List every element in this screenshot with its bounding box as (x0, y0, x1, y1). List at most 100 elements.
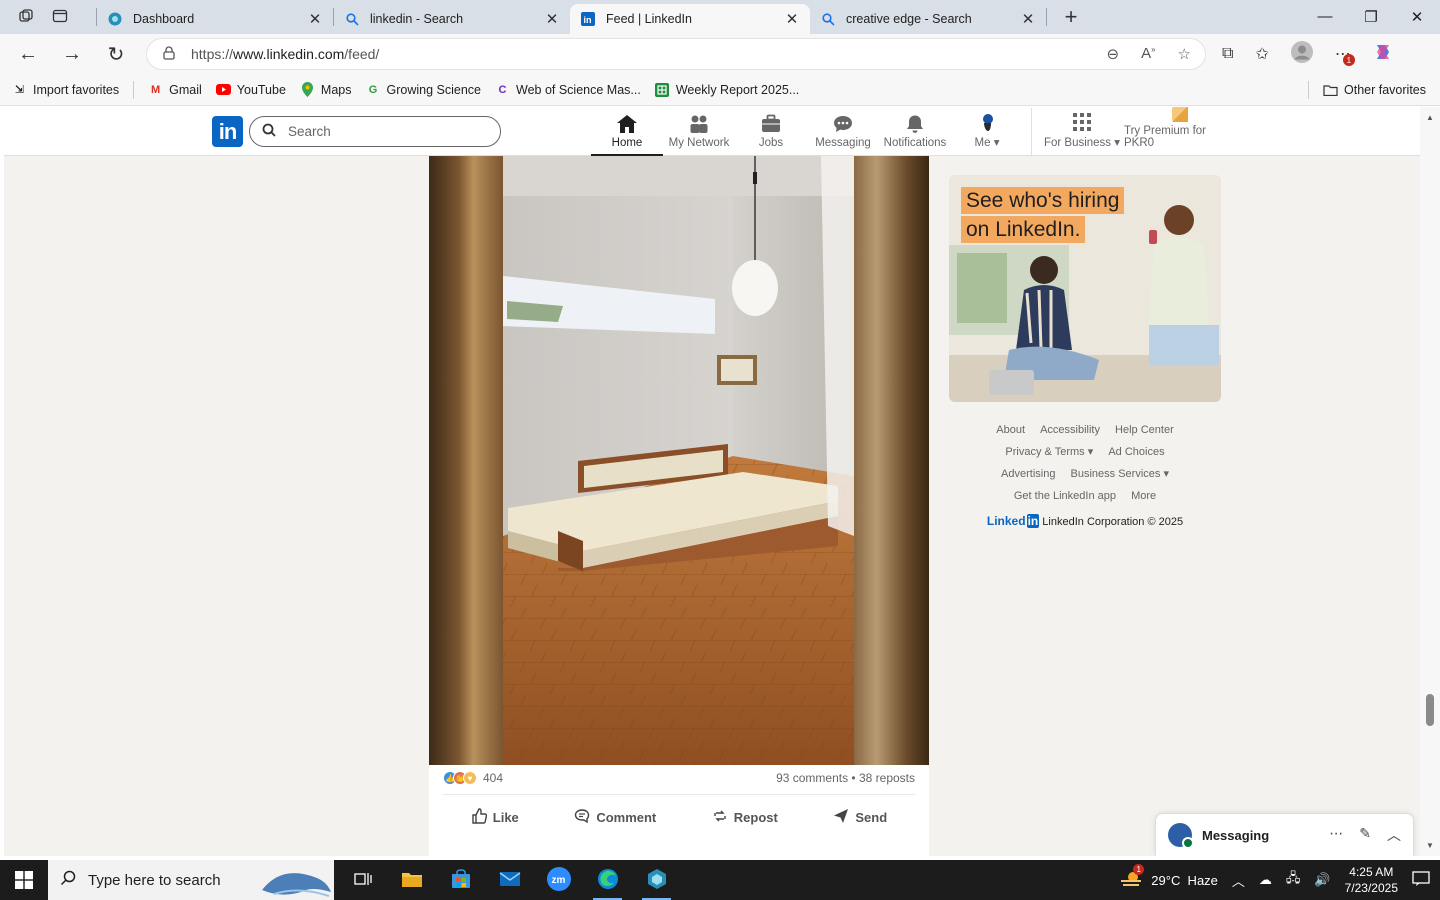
zoom-app-button[interactable]: zm (534, 860, 583, 900)
tab-dashboard[interactable]: Dashboard ✕ (97, 4, 333, 34)
fav-label: YouTube (236, 82, 286, 97)
nav-jobs[interactable]: Jobs (735, 107, 807, 156)
send-button[interactable]: Send (833, 808, 887, 827)
like-button[interactable]: Like (471, 807, 519, 827)
messaging-widget[interactable]: Messaging ⋯ ✎ ︿ (1155, 813, 1414, 856)
forward-icon[interactable]: → (50, 43, 94, 66)
nav-messaging[interactable]: Messaging (807, 107, 879, 156)
tab-creative-edge-search[interactable]: creative edge - Search ✕ (810, 4, 1046, 34)
tab-title: creative edge - Search (846, 12, 972, 26)
reaction-count[interactable]: 404 (483, 771, 503, 785)
mail-button[interactable] (485, 860, 534, 900)
dashboard-app-button[interactable] (632, 860, 681, 900)
network-icon[interactable]: 🖧 (1286, 869, 1301, 891)
footer-row: Privacy & Terms ▾ Ad Choices (949, 441, 1221, 463)
post-video[interactable] (429, 156, 929, 765)
fav-import-favorites[interactable]: ⇲ Import favorites (12, 82, 119, 97)
fav-gmail[interactable]: M Gmail (148, 82, 202, 97)
network-icon (688, 113, 710, 135)
footer-link-business-services[interactable]: Business Services ▾ (1071, 468, 1169, 480)
reactions-summary[interactable]: 👍 👏 ♥ (443, 771, 477, 785)
system-tray: 1 29°C Haze ︿ ☁ 🖧 🔊 4:25 AM 7/23/2025 (1119, 863, 1440, 896)
close-window-icon[interactable]: ✕ (1394, 8, 1440, 26)
footer-link-about[interactable]: About (996, 424, 1025, 436)
comment-button[interactable]: Comment (574, 808, 656, 827)
fav-weekly-report[interactable]: Weekly Report 2025... (655, 82, 799, 97)
chevron-up-icon[interactable]: ︿ (1387, 825, 1401, 845)
refresh-icon[interactable]: ↻ (94, 42, 138, 67)
extensions-icon[interactable]: ⧉ (1222, 45, 1233, 63)
ad-headline-line2: on LinkedIn. (961, 216, 1086, 243)
fav-label: Maps (320, 82, 352, 97)
footer-link-get-app[interactable]: Get the LinkedIn app (1014, 490, 1116, 502)
close-tab-icon[interactable]: ✕ (1020, 10, 1036, 28)
weather-widget[interactable]: 1 29°C Haze (1119, 863, 1218, 891)
taskbar-search-input[interactable]: Type here to search (48, 860, 334, 900)
footer-link-ad-choices[interactable]: Ad Choices (1108, 446, 1164, 458)
footer-link-advertising[interactable]: Advertising (1001, 468, 1055, 480)
chevron-up-icon[interactable]: ︿ (1232, 871, 1245, 890)
settings-more-icon[interactable]: ⋯ 1 (1335, 44, 1355, 66)
nav-home[interactable]: Home (591, 107, 663, 156)
linkedin-search-input[interactable]: Search (249, 116, 501, 147)
more-options-icon[interactable]: ⋯ (1329, 825, 1343, 845)
restore-icon[interactable]: ❐ (1348, 8, 1394, 26)
page-scrollbar[interactable]: ▲ ▼ (1420, 107, 1440, 856)
gmail-icon: M (151, 83, 161, 96)
footer-link-help-center[interactable]: Help Center (1115, 424, 1174, 436)
scroll-down-icon[interactable]: ▼ (1426, 841, 1434, 850)
nav-me[interactable]: Me ▾ (951, 107, 1023, 156)
file-explorer-button[interactable] (387, 860, 436, 900)
fav-growing-science[interactable]: G Growing Science (366, 82, 481, 97)
onedrive-icon[interactable]: ☁ (1259, 872, 1272, 888)
repost-button[interactable]: Repost (712, 808, 778, 827)
minimize-icon[interactable]: — (1302, 8, 1348, 26)
lock-icon[interactable] (147, 45, 191, 63)
nav-my-network[interactable]: My Network (663, 107, 735, 156)
new-tab-button[interactable]: + (1051, 4, 1091, 30)
close-tab-icon[interactable]: ✕ (307, 10, 323, 28)
scroll-thumb[interactable] (1426, 694, 1434, 726)
nav-try-premium[interactable]: Try Premium for PKR0 (1124, 107, 1236, 156)
fav-maps[interactable]: Maps (300, 82, 352, 97)
volume-icon[interactable]: 🔊 (1314, 872, 1330, 888)
fav-web-of-science[interactable]: C Web of Science Mas... (495, 82, 641, 97)
footer-row: Advertising Business Services ▾ (949, 463, 1221, 485)
linkedin-nav: Home My Network Jobs Messaging Notificat… (591, 107, 1236, 156)
comments-reposts-count[interactable]: 93 comments • 38 reposts (776, 771, 915, 785)
microsoft-store-button[interactable] (436, 860, 485, 900)
back-icon[interactable]: ← (6, 43, 50, 66)
close-tab-icon[interactable]: ✕ (544, 10, 560, 28)
vertical-tabs-icon[interactable] (52, 8, 68, 27)
nav-for-business[interactable]: For Business ▾ (1040, 107, 1124, 156)
start-button[interactable] (0, 871, 48, 889)
read-aloud-icon[interactable]: A» (1141, 45, 1155, 63)
linkedin-logo[interactable]: in (212, 116, 243, 147)
clock[interactable]: 4:25 AM 7/23/2025 (1345, 864, 1398, 896)
url-field[interactable]: https://www.linkedin.com/feed/ ⊖ A» ☆ (146, 38, 1206, 70)
linkedin-wordmark: Linked in (987, 514, 1040, 528)
hiring-ad[interactable]: See who's hiring on LinkedIn. (949, 175, 1221, 402)
fav-other-favorites[interactable]: Other favorites (1323, 82, 1426, 97)
tab-feed-linkedin[interactable]: in Feed | LinkedIn ✕ (570, 4, 810, 34)
url-text: https://www.linkedin.com/feed/ (191, 46, 1107, 62)
footer-link-more[interactable]: More (1131, 490, 1156, 502)
favorites-icon[interactable]: ✩ (1255, 44, 1268, 64)
edge-browser-button[interactable] (583, 860, 632, 900)
notification-center-icon[interactable] (1412, 870, 1430, 890)
nav-notifications[interactable]: Notifications (879, 107, 951, 156)
copilot-icon[interactable] (1373, 42, 1393, 67)
fav-youtube[interactable]: YouTube (215, 82, 286, 97)
footer-link-privacy-terms[interactable]: Privacy & Terms ▾ (1005, 446, 1093, 458)
tab-linkedin-search[interactable]: linkedin - Search ✕ (334, 4, 570, 34)
workspaces-icon[interactable] (18, 8, 34, 27)
scroll-up-icon[interactable]: ▲ (1426, 113, 1434, 122)
zoom-icon[interactable]: ⊖ (1107, 45, 1120, 63)
search-placeholder: Search (288, 124, 331, 139)
compose-icon[interactable]: ✎ (1359, 825, 1371, 845)
close-tab-icon[interactable]: ✕ (784, 10, 800, 28)
favorite-star-icon[interactable]: ☆ (1178, 45, 1191, 63)
profile-avatar-icon[interactable] (1290, 40, 1313, 68)
footer-link-accessibility[interactable]: Accessibility (1040, 424, 1100, 436)
task-view-button[interactable] (338, 860, 387, 900)
